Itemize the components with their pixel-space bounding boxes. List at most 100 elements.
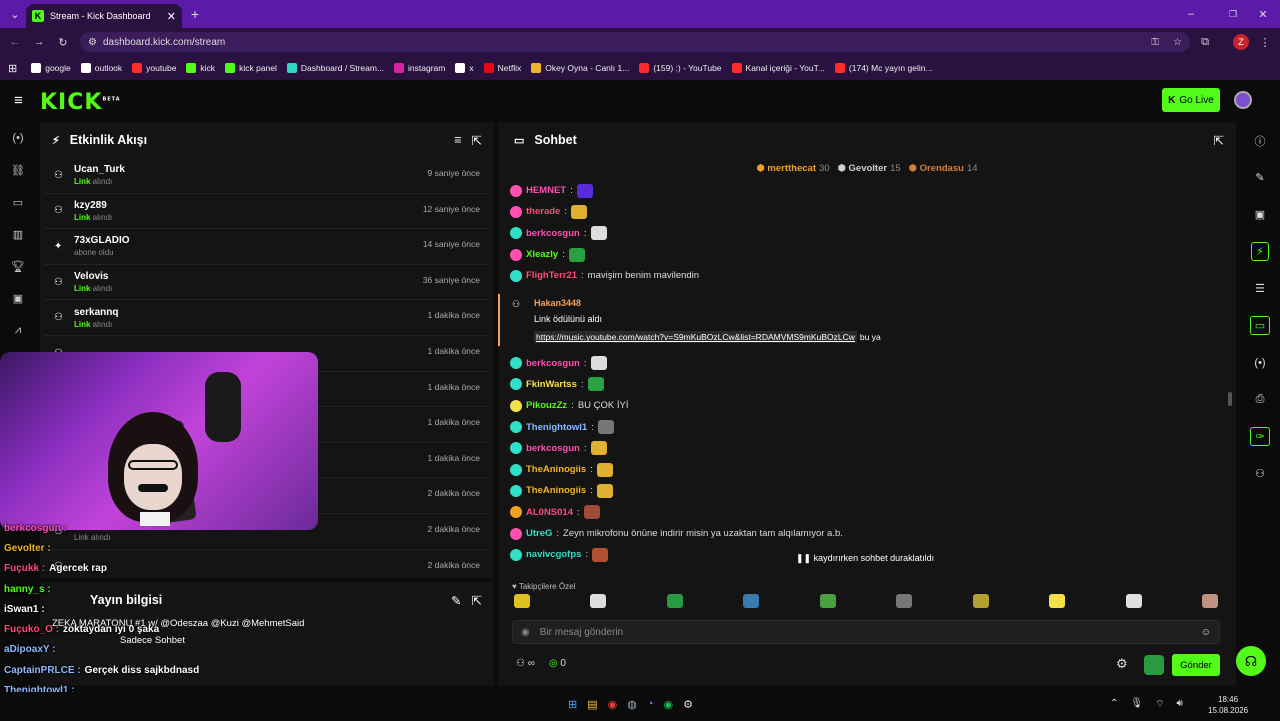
user-avatar[interactable] — [1234, 91, 1252, 109]
popout-icon[interactable]: ⇱ — [1214, 133, 1224, 148]
chat-toggle-icon[interactable]: ▭ — [1240, 307, 1280, 344]
kick-bot-icon[interactable] — [1144, 655, 1164, 675]
chat-message[interactable]: therade: — [498, 201, 1218, 222]
activity-row[interactable]: ✦ 73xGLADIO abone oldu 14 saniye önce — [44, 229, 490, 265]
chat-username[interactable]: navivcgofps — [526, 549, 581, 560]
profile-avatar[interactable]: Z — [1233, 34, 1249, 50]
bookmark-item[interactable]: (159) :) - YouTube — [639, 63, 722, 73]
kick-logo[interactable]: KICKBETA — [40, 90, 121, 115]
volume-icon[interactable]: 🔊︎ — [1177, 698, 1183, 711]
tab-close-icon[interactable]: ✕ — [167, 10, 176, 23]
activity-row[interactable]: ⚇ serkannq Link alındı 1 dakika önce — [44, 300, 490, 336]
chat-message[interactable]: berkcosgun: — [498, 438, 1218, 459]
bookmark-item[interactable]: Okey Oyna - Canlı 1... — [531, 63, 629, 73]
chat-message[interactable]: HEMNET: — [498, 180, 1218, 201]
send-button[interactable]: Gönder — [1172, 654, 1220, 676]
link-icon[interactable]: ⛓ — [0, 154, 36, 186]
chat-message[interactable]: FkinWartss: — [498, 374, 1218, 395]
apps-grid-icon[interactable]: ⊞ — [8, 62, 17, 75]
tray-expand-icon[interactable]: ⌃ — [1110, 698, 1118, 711]
bookmark-item[interactable]: x — [455, 63, 474, 73]
stats-icon[interactable]: ⩘ — [0, 314, 36, 346]
bookmark-item[interactable]: Netflix — [483, 63, 521, 73]
stream-icon[interactable]: (•) — [0, 122, 36, 154]
emote-icon[interactable] — [1049, 594, 1066, 608]
windows-start-icon[interactable]: ⊞ — [568, 698, 577, 711]
chat-message[interactable]: PikouzZz: BU ÇOK İYİ — [498, 395, 1218, 416]
chat-username[interactable]: AL0NS014 — [526, 507, 573, 518]
analytics-icon[interactable]: ▥ — [0, 218, 36, 250]
bookmark-item[interactable]: youtube — [132, 63, 176, 73]
emote-icon[interactable] — [972, 594, 989, 608]
back-button[interactable]: ← — [6, 33, 24, 51]
maximize-window-button[interactable]: ❐ — [1224, 5, 1242, 23]
chat-username[interactable]: FkinWartss — [526, 379, 577, 390]
webcam-overlay[interactable] — [0, 352, 318, 530]
info-icon[interactable]: ⓘ — [1240, 122, 1280, 159]
activity-toggle-icon[interactable]: ⚡︎ — [1240, 233, 1280, 270]
chat-settings-icon[interactable]: ⚙ — [1116, 656, 1128, 672]
wrench-icon[interactable]: ✑ — [1240, 418, 1280, 455]
emote-tab[interactable]: ♥ Takipçilere Özel — [512, 582, 575, 591]
reward-username[interactable]: Hakan3448 — [534, 298, 1218, 308]
password-key-icon[interactable]: ⚿ — [1151, 37, 1159, 48]
window-icon[interactable]: ▭ — [0, 186, 36, 218]
popout-icon[interactable]: ⇱ — [472, 593, 482, 608]
browser-tab[interactable]: K Stream - Kick Dashboard ✕ — [26, 4, 182, 28]
settings-app-icon[interactable]: ⚙ — [683, 698, 693, 711]
list-icon[interactable]: ☰ — [1240, 270, 1280, 307]
bookmark-item[interactable]: kick panel — [225, 63, 277, 73]
discord-icon[interactable]: ◔ — [647, 698, 654, 711]
close-window-button[interactable]: ✕ — [1254, 5, 1272, 23]
bookmark-item[interactable]: kick — [186, 63, 215, 73]
chat-username[interactable]: therade — [526, 206, 560, 217]
emote-icon[interactable] — [1201, 594, 1218, 608]
film-icon[interactable]: ▣ — [1240, 196, 1280, 233]
chat-message[interactable]: berkcosgun: — [498, 223, 1218, 244]
activity-row[interactable]: ⚇ Velovis Link alındı 36 saniye önce — [44, 265, 490, 301]
extensions-icon[interactable]: ⧉ — [1196, 33, 1214, 51]
people-icon[interactable]: ⚇ — [1240, 455, 1280, 492]
reward-link[interactable]: https://music.youtube.com/watch?v=S9mKuB… — [534, 331, 857, 344]
bookmark-item[interactable]: Dashboard / Stream... — [286, 63, 384, 73]
chat-message[interactable]: berkcosgun: — [498, 352, 1218, 373]
chat-message[interactable]: TheAninogiis: — [498, 480, 1218, 501]
chat-message[interactable]: Xleazly: — [498, 244, 1218, 265]
chat-message[interactable]: Thenightowl1: — [498, 416, 1218, 437]
bookmark-item[interactable]: Kanal içeriği - YouT... — [731, 63, 825, 73]
filter-icon[interactable]: ≡ — [454, 133, 461, 147]
steam-icon[interactable]: ◍ — [627, 698, 637, 711]
go-live-button[interactable]: K Go Live — [1162, 88, 1220, 112]
users-icon[interactable]: ⚇ ∞ — [516, 658, 535, 669]
chat-username[interactable]: TheAninogiis — [526, 464, 586, 475]
popout-icon[interactable]: ⇱ — [472, 133, 482, 148]
chat-username[interactable]: TheAninogiis — [526, 485, 586, 496]
chat-username[interactable]: UtreG — [526, 528, 552, 539]
clock[interactable]: 18:46 15.08.2026 — [1208, 694, 1248, 716]
activity-row[interactable]: ⚇ kzy289 Link alındı 12 saniye önce — [44, 194, 490, 230]
site-info-icon[interactable]: ⚙ — [88, 37, 97, 48]
bookmark-item[interactable]: outlook — [80, 63, 122, 73]
forward-button[interactable]: → — [30, 33, 48, 51]
chat-message[interactable]: UtreG: Zeyn mikrofonu önüne indirir misin… — [498, 523, 1218, 544]
network-icon[interactable]: ⌔ — [1155, 698, 1164, 711]
chat-username[interactable]: HEMNET — [526, 185, 566, 196]
emote-icon[interactable] — [896, 594, 913, 608]
chat-username[interactable]: berkcosgun — [526, 443, 580, 454]
edit-icon[interactable]: ✎ — [451, 593, 461, 608]
reward-redemption[interactable]: ⚇ Hakan3448 Link ödülünü aldı https://music… — [498, 294, 1218, 347]
chat-username[interactable]: FlighTerr21 — [526, 270, 577, 281]
chat-message[interactable]: TheAninogiis: — [498, 459, 1218, 480]
menu-hamburger-icon[interactable]: ≡ — [14, 92, 23, 109]
browser-menu-icon[interactable]: ⋮ — [1256, 33, 1274, 51]
pencil-icon[interactable]: ✎ — [1240, 159, 1280, 196]
emote-icon[interactable] — [590, 594, 607, 608]
trophy-icon[interactable]: 🏆︎ — [0, 250, 36, 282]
emote-icon[interactable] — [743, 594, 760, 608]
emote-icon[interactable] — [1125, 594, 1142, 608]
broadcast-icon[interactable]: (•) — [1240, 344, 1280, 381]
chat-scrollbar[interactable] — [1228, 392, 1232, 406]
chat-message[interactable]: AL0NS014: — [498, 502, 1218, 523]
support-headset-icon[interactable]: ☊ — [1236, 646, 1266, 676]
chat-username[interactable]: berkcosgun — [526, 228, 580, 239]
